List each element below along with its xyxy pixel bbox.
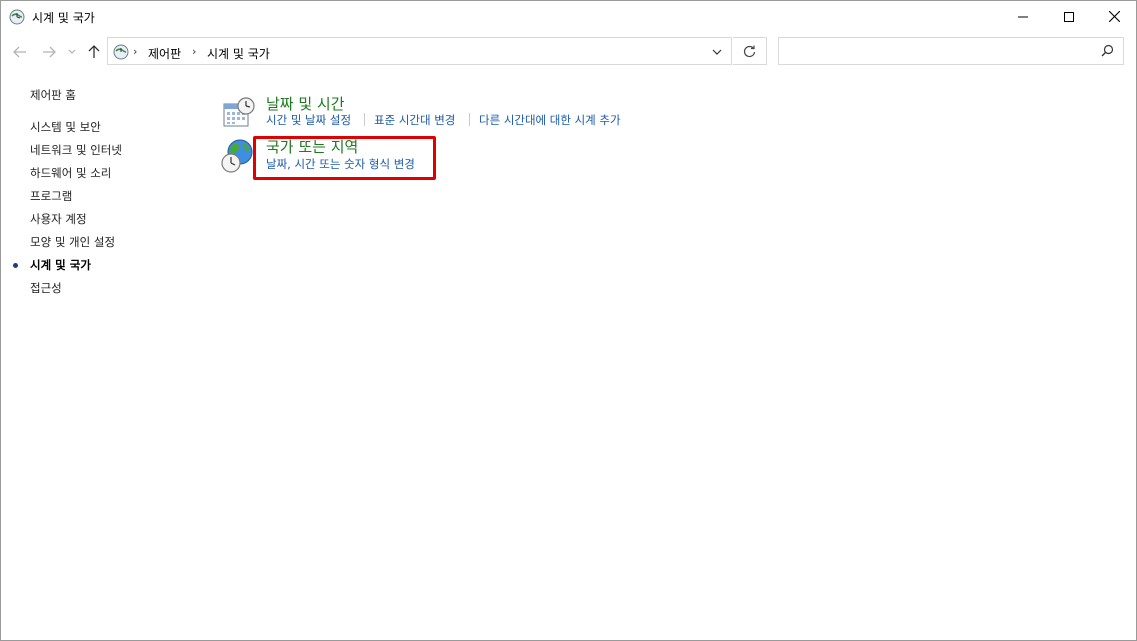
chevron-down-icon [68,49,76,54]
search-box[interactable] [778,37,1124,65]
breadcrumb-clock-region[interactable]: 시계 및 국가 [207,45,270,62]
back-button[interactable] [11,43,29,61]
link-set-time-date[interactable]: 시간 및 날짜 설정 [266,112,351,128]
minimize-icon [1018,16,1028,17]
clock-globe-icon [9,9,25,25]
category-title-date-time[interactable]: 날짜 및 시간 [266,93,345,114]
title-bar: 시계 및 국가 [1,1,1136,32]
link-separator [364,113,365,126]
maximize-icon [1064,11,1074,22]
up-button[interactable] [85,43,103,61]
address-dropdown-button[interactable] [708,43,726,61]
link-change-time-zone[interactable]: 표준 시간대 변경 [374,112,455,128]
navigation-bar: › 제어판 › 시계 및 국가 [1,35,1136,69]
recent-locations-button[interactable] [65,43,79,61]
maximize-button[interactable] [1046,1,1092,32]
globe-clock-icon[interactable] [221,138,255,177]
arrow-left-icon [13,46,26,58]
refresh-icon [743,45,756,57]
forward-button[interactable] [40,43,58,61]
sidebar-item-appearance[interactable]: 모양 및 개인 설정 [30,234,115,250]
minimize-button[interactable] [1000,1,1046,32]
breadcrumb-separator-icon[interactable]: › [133,45,137,58]
link-separator [469,113,470,126]
sidebar-item-system-security[interactable]: 시스템 및 보안 [30,119,101,135]
chevron-down-icon [712,49,722,55]
close-icon [1108,11,1120,22]
current-item-bullet [13,263,18,268]
sidebar-item-ease-of-access[interactable]: 접근성 [30,280,62,296]
arrow-up-icon [88,45,100,58]
sidebar-item-programs[interactable]: 프로그램 [30,188,72,204]
control-panel-window: 시계 및 국가 › 제어판 › 시계 및 국가 제어판 홈 시스템 및 보안 네… [0,0,1137,641]
search-icon[interactable] [1101,44,1114,60]
breadcrumb-separator-icon[interactable]: › [192,45,196,58]
address-bar[interactable]: › 제어판 › 시계 및 국가 [107,37,732,65]
calendar-clock-icon[interactable] [222,96,256,133]
refresh-button[interactable] [733,37,767,65]
breadcrumb-control-panel[interactable]: 제어판 [148,45,181,62]
highlight-box [253,136,436,180]
window-title: 시계 및 국가 [32,11,95,25]
sidebar-item-hardware-sound[interactable]: 하드웨어 및 소리 [30,165,111,181]
sidebar-home-link[interactable]: 제어판 홈 [30,87,76,103]
clock-globe-icon [113,44,129,60]
sidebar-item-clock-region[interactable]: 시계 및 국가 [30,257,91,273]
link-add-clocks[interactable]: 다른 시간대에 대한 시계 추가 [479,112,621,128]
close-button[interactable] [1091,1,1136,32]
search-input[interactable] [783,42,1097,62]
sidebar-item-network-internet[interactable]: 네트워크 및 인터넷 [30,142,122,158]
arrow-right-icon [43,46,56,58]
sidebar-item-user-accounts[interactable]: 사용자 계정 [30,211,87,227]
